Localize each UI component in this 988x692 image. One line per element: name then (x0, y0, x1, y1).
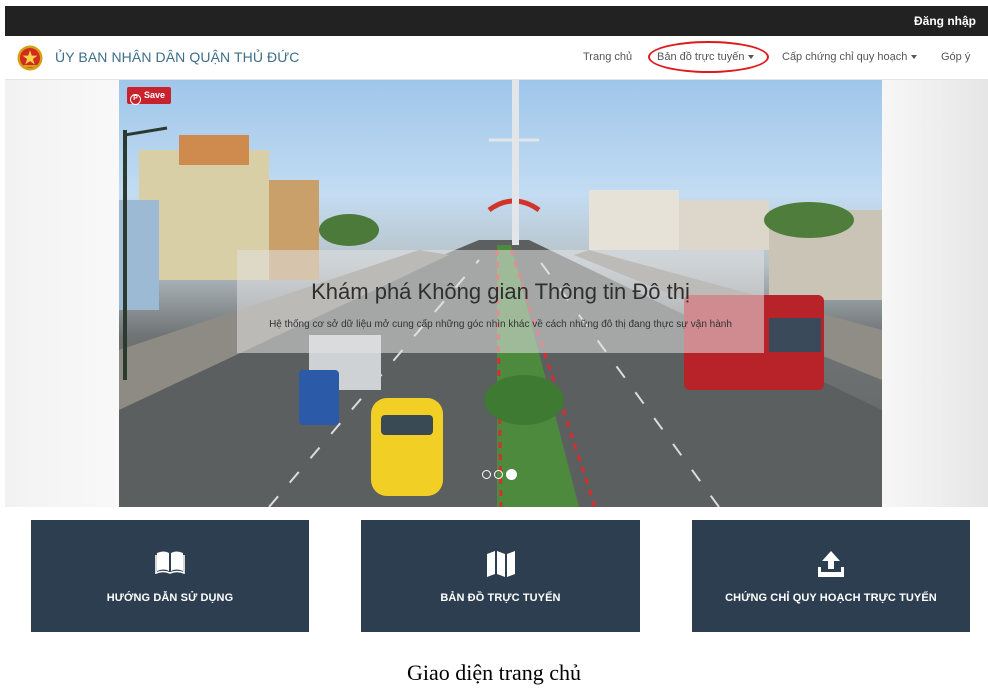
top-bar: Đăng nhập (5, 6, 988, 36)
caret-down-icon (911, 55, 918, 60)
tile-label: BẢN ĐỒ TRỰC TUYẾN (440, 592, 561, 604)
hero-title: Khám phá Không gian Thông tin Đô thị (311, 279, 690, 304)
tile-user-guide[interactable]: HƯỚNG DẪN SỬ DỤNG (31, 520, 309, 632)
tree (319, 214, 379, 246)
national-emblem-icon[interactable] (17, 45, 43, 71)
hero-carousel[interactable]: P Save Khám phá Không gian Thông tin Đô t… (119, 80, 882, 507)
bus-window (769, 318, 821, 352)
tile-online-map[interactable]: BẢN ĐỒ TRỰC TUYẾN (361, 520, 640, 632)
street-lamp-arm (124, 126, 168, 137)
tree (764, 202, 854, 238)
nav-item-feedback[interactable]: Góp ý (941, 51, 970, 63)
main-navbar: ỦY BAN NHÂN DÂN QUẬN THỦ ĐỨC Trang chủ B… (5, 36, 988, 80)
hero-subtitle: Hệ thống cơ sở dữ liệu mở cung cấp những… (269, 319, 732, 330)
carousel-indicator-1[interactable] (482, 470, 491, 480)
upload-tray-icon (818, 551, 844, 577)
carousel-indicators (482, 466, 520, 481)
building-roof (179, 135, 249, 165)
nav-item-label: Góp ý (941, 51, 971, 63)
nav-item-label: Cấp chứng chỉ quy hoạch (782, 51, 908, 63)
power-pole (512, 80, 519, 245)
building (589, 190, 679, 250)
folded-map-icon (486, 551, 515, 577)
nav-item-home[interactable]: Trang chủ (583, 51, 632, 63)
save-label: Save (144, 90, 166, 100)
palm-tree (484, 375, 564, 425)
tile-label: CHỨNG CHỈ QUY HOẠCH TRỰC TUYẾN (725, 592, 937, 604)
pinterest-save-button[interactable]: P Save (127, 87, 172, 105)
nav-item-label: Trang chủ (583, 51, 633, 63)
tile-label: HƯỚNG DẪN SỬ DỤNG (106, 592, 234, 604)
open-book-icon (155, 551, 185, 574)
brand-title[interactable]: ỦY BAN NHÂN DÂN QUẬN THỦ ĐỨC (55, 49, 300, 65)
tile-planning-certificate[interactable]: CHỨNG CHỈ QUY HOẠCH TRỰC TUYẾN (692, 520, 970, 632)
street-lamp-pole (123, 130, 127, 380)
hero-caption: Khám phá Không gian Thông tin Đô thị Hệ … (237, 250, 764, 353)
nav-item-planning-certificate[interactable]: Cấp chứng chỉ quy hoạch (782, 51, 918, 63)
building (679, 200, 769, 250)
login-link[interactable]: Đăng nhập (914, 14, 976, 28)
truck-cab (299, 370, 339, 425)
taxi-windshield (381, 415, 433, 435)
highlight-annotation-ring (648, 41, 769, 73)
carousel-indicator-2[interactable] (494, 470, 503, 480)
figure-caption: Giao diện trang chủ (406, 660, 582, 685)
taxi-car (371, 398, 443, 496)
pinterest-icon: P (130, 94, 141, 105)
